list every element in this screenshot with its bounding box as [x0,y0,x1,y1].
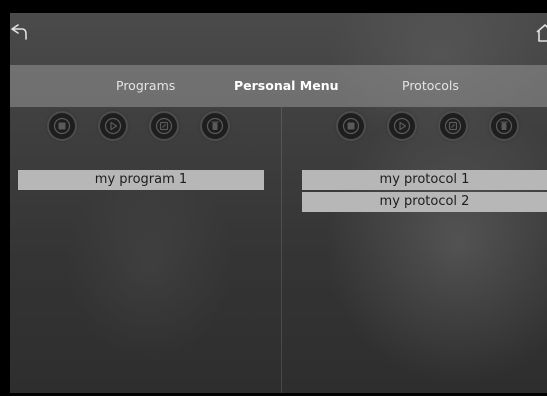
programs-play-button[interactable] [100,113,126,139]
top-bar [10,13,547,65]
protocols-delete-button[interactable] [491,113,517,139]
tab-protocols[interactable]: Protocols [402,65,459,107]
home-icon[interactable] [535,23,547,43]
protocols-play-button[interactable] [389,113,415,139]
program-list-item[interactable]: my program 1 [18,170,264,190]
panel-divider [281,107,282,393]
protocol-list-item[interactable]: my protocol 1 [302,170,547,190]
programs-edit-button[interactable] [151,113,177,139]
play-icon [104,117,122,135]
tab-bar: Programs Personal Menu Protocols [10,65,547,107]
tab-personal-menu[interactable]: Personal Menu [234,65,339,107]
app-screen: Programs Personal Menu Protocols my prog… [10,13,547,393]
delete-icon [495,117,513,135]
stop-icon [342,117,360,135]
programs-stop-button[interactable] [49,113,75,139]
tab-programs[interactable]: Programs [116,65,175,107]
delete-icon [206,117,224,135]
programs-delete-button[interactable] [202,113,228,139]
edit-icon [444,117,462,135]
back-icon[interactable] [10,23,30,43]
edit-icon [155,117,173,135]
play-icon [393,117,411,135]
device-frame: Programs Personal Menu Protocols my prog… [0,0,547,396]
protocols-edit-button[interactable] [440,113,466,139]
protocols-stop-button[interactable] [338,113,364,139]
stop-icon [53,117,71,135]
protocol-list-item[interactable]: my protocol 2 [302,192,547,212]
